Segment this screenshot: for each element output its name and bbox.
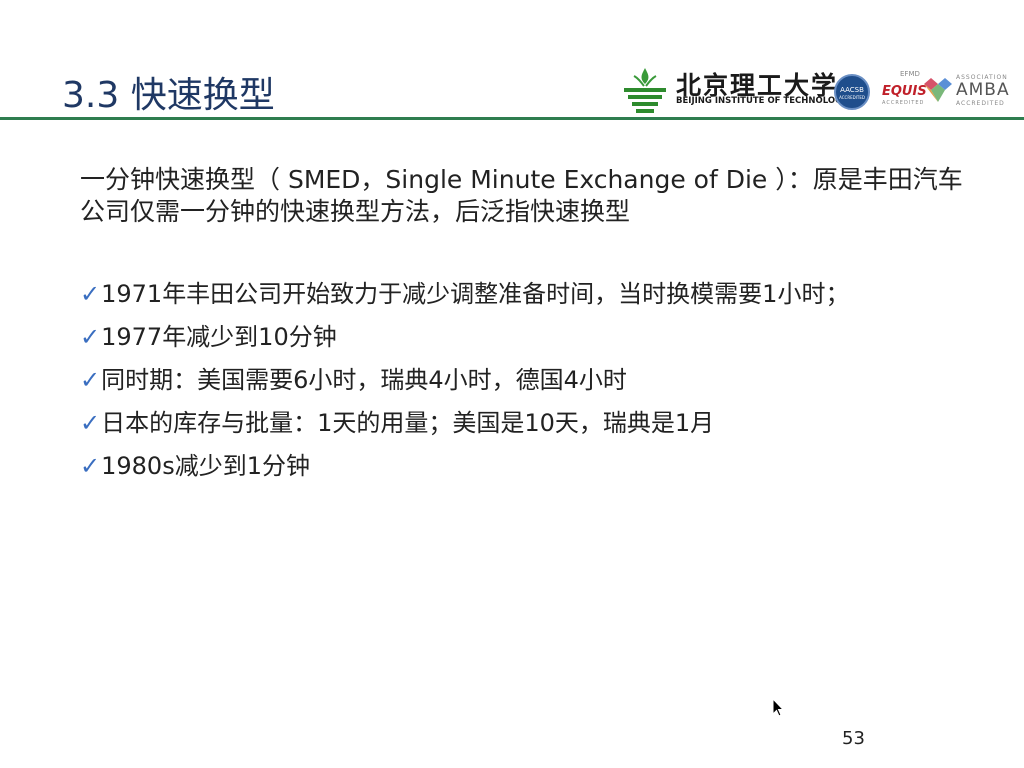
logo-bar: 北京理工大学 BEIJING INSTITUTE OF TECHNOLOGY A…	[620, 62, 1010, 116]
list-item-text: 1977年减少到10分钟	[101, 323, 337, 351]
bullet-list: ✓1971年丰田公司开始致力于减少调整准备时间，当时换模需要1小时； ✓1977…	[80, 278, 1000, 493]
check-icon: ✓	[80, 409, 101, 437]
amba-diamond-icon	[924, 78, 952, 102]
amba-logo: AMBA	[956, 80, 1010, 100]
aacsb-badge: AACSB ACCREDITED	[834, 74, 870, 110]
list-item-text: 日本的库存与批量：1天的用量；美国是10天，瑞典是1月	[101, 409, 715, 437]
equis-sub-label: ACCREDITED	[882, 100, 925, 106]
bit-emblem-icon	[624, 68, 666, 113]
list-item-text: 1980s减少到1分钟	[101, 452, 310, 480]
list-item: ✓1980s减少到1分钟	[80, 450, 1000, 493]
check-icon: ✓	[80, 323, 101, 351]
list-item-text: 同时期：美国需要6小时，瑞典4小时，德国4小时	[101, 366, 627, 394]
equis-logo: EQUIS	[882, 84, 927, 99]
list-item: ✓同时期：美国需要6小时，瑞典4小时，德国4小时	[80, 364, 1000, 407]
check-icon: ✓	[80, 452, 101, 480]
page-number: 53	[842, 728, 865, 749]
aacsb-sub: ACCREDITED	[839, 95, 865, 100]
title-divider	[0, 117, 1024, 120]
check-icon: ✓	[80, 366, 101, 394]
check-icon: ✓	[80, 280, 101, 308]
smed-intro: 一分钟快速换型（ SMED，Single Minute Exchange of …	[80, 165, 963, 226]
list-item: ✓1977年减少到10分钟	[80, 321, 1000, 364]
amba-sub-label: ACCREDITED	[956, 100, 1005, 107]
bit-english-name: BEIJING INSTITUTE OF TECHNOLOGY	[676, 96, 849, 106]
slide-title: 3.3 快速换型	[62, 75, 275, 116]
list-item: ✓日本的库存与批量：1天的用量；美国是10天，瑞典是1月	[80, 407, 1000, 450]
list-item: ✓1971年丰田公司开始致力于减少调整准备时间，当时换模需要1小时；	[80, 278, 1000, 321]
list-item-text: 1971年丰田公司开始致力于减少调整准备时间，当时换模需要1小时；	[101, 280, 850, 308]
equis-top-label: EFMD	[900, 70, 920, 78]
mouse-cursor-icon	[772, 698, 784, 717]
aacsb-name: AACSB	[840, 86, 864, 94]
